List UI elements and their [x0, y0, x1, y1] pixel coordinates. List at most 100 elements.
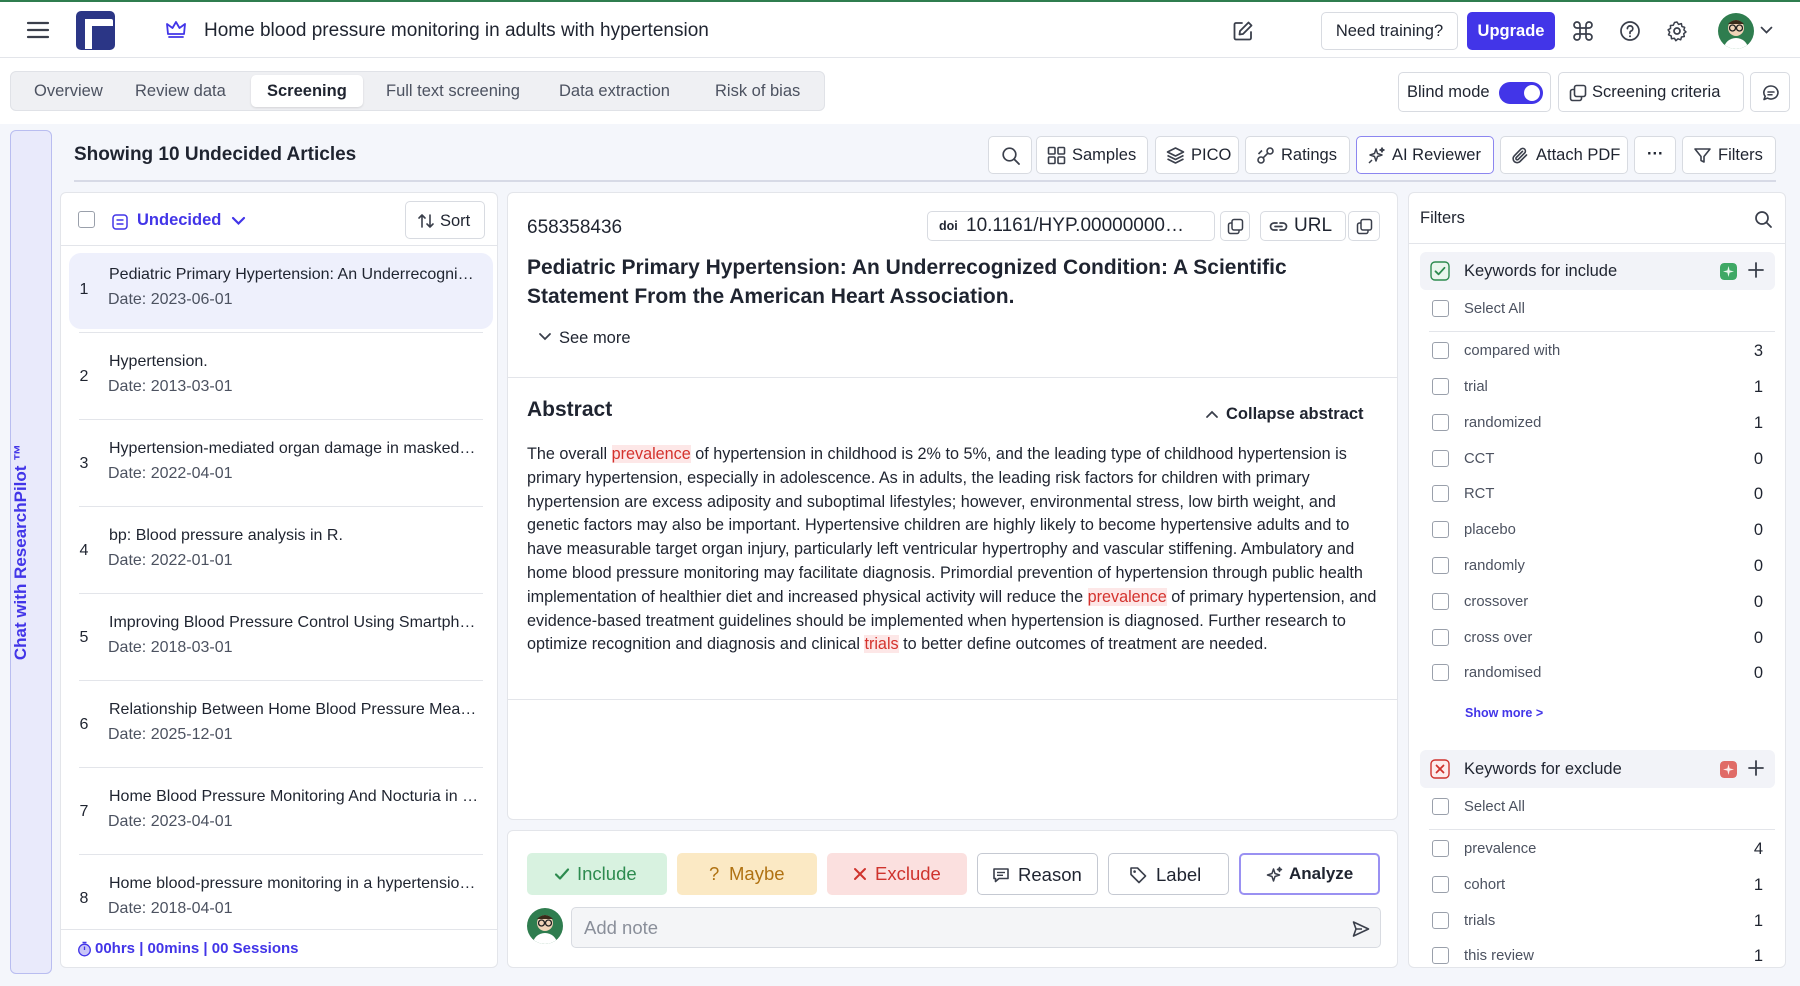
keyword-filter-item[interactable]: crossover 0 — [1420, 587, 1775, 617]
article-detail-panel: 658358436 doi 10.1161/HYP.00000000000002… — [507, 192, 1398, 820]
copy-doi-button[interactable] — [1220, 211, 1250, 241]
app-logo[interactable] — [76, 11, 115, 50]
keyword-filter-item[interactable]: trial 1 — [1420, 372, 1775, 402]
article-list-item[interactable]: 2 Hypertension. Date: 2013-03-01 — [69, 340, 493, 416]
article-date: Date: 2023-04-01 — [108, 813, 233, 830]
article-list-item[interactable]: 5 Improving Blood Pressure Control Using… — [69, 601, 493, 677]
include-button[interactable]: Include — [527, 853, 667, 895]
tab-data-extraction[interactable]: Data extraction — [543, 75, 686, 107]
user-avatar[interactable] — [1718, 13, 1754, 49]
magic-keywords-icon[interactable] — [1720, 761, 1737, 778]
keyword-checkbox[interactable] — [1432, 840, 1449, 857]
divider — [79, 419, 483, 420]
keyword-checkbox[interactable] — [1432, 947, 1449, 964]
label-button[interactable]: Label — [1108, 853, 1229, 895]
need-training-button[interactable]: Need training? — [1321, 12, 1458, 50]
tab-screening[interactable]: Screening — [251, 75, 363, 107]
select-all-articles-checkbox[interactable] — [78, 211, 95, 228]
maybe-button[interactable]: ? Maybe — [677, 853, 817, 895]
keyword-checkbox[interactable] — [1432, 378, 1449, 395]
chevron-down-icon[interactable] — [1760, 25, 1773, 35]
upgrade-button[interactable]: Upgrade — [1467, 12, 1555, 50]
select-all-checkbox[interactable] — [1432, 798, 1449, 815]
select-all-checkbox[interactable] — [1432, 300, 1449, 317]
article-list-item[interactable]: 4 bp: Blood pressure analysis in R. Date… — [69, 514, 493, 590]
tab-full-text-screening[interactable]: Full text screening — [370, 75, 536, 107]
url-link[interactable]: URL — [1260, 211, 1346, 241]
keyword-checkbox[interactable] — [1432, 593, 1449, 610]
abstract-heading: Abstract — [527, 398, 613, 421]
blind-mode-toggle[interactable] — [1499, 82, 1543, 104]
tab-overview[interactable]: Overview — [18, 75, 119, 107]
more-options-button[interactable]: ··· — [1634, 136, 1676, 174]
keywords-exclude-header[interactable]: Keywords for exclude — [1420, 750, 1775, 788]
ai-reviewer-button[interactable]: AI Reviewer — [1356, 136, 1494, 174]
keyword-filter-item[interactable]: placebo 0 — [1420, 515, 1775, 545]
samples-button[interactable]: Samples — [1036, 136, 1148, 174]
pico-button[interactable]: PICO — [1155, 136, 1239, 174]
filters-button[interactable]: Filters — [1682, 136, 1776, 174]
keyword-filter-item[interactable]: prevalence 4 — [1420, 834, 1775, 864]
keyword-filter-item[interactable]: CCT 0 — [1420, 444, 1775, 474]
exclude-button[interactable]: Exclude — [827, 853, 967, 895]
attach-pdf-button[interactable]: Attach PDF — [1500, 136, 1628, 174]
divider — [79, 332, 483, 333]
show-more-link[interactable]: Show more > — [1465, 706, 1543, 720]
keyword-checkbox[interactable] — [1432, 414, 1449, 431]
keyword-filter-item[interactable]: this review 1 — [1420, 941, 1775, 967]
divider — [1429, 829, 1775, 830]
ratings-button[interactable]: Ratings — [1245, 136, 1350, 174]
menu-icon[interactable] — [24, 18, 52, 42]
add-note-input[interactable] — [571, 907, 1381, 948]
reason-button[interactable]: Reason — [977, 853, 1098, 895]
help-icon[interactable] — [1619, 20, 1641, 42]
keyword-checkbox[interactable] — [1432, 629, 1449, 646]
keyword-select-all-exclude[interactable]: Select All — [1420, 792, 1775, 822]
keyword-checkbox[interactable] — [1432, 664, 1449, 681]
keyword-count: 0 — [1753, 664, 1763, 682]
keyword-filter-item[interactable]: randomized 1 — [1420, 408, 1775, 438]
magic-keywords-icon[interactable] — [1720, 263, 1737, 280]
keywords-include-header[interactable]: Keywords for include — [1420, 252, 1775, 290]
copy-url-button[interactable] — [1348, 211, 1380, 241]
article-list-item[interactable]: 8 Home blood-pressure monitoring in a hy… — [69, 862, 493, 938]
add-icon[interactable] — [1746, 758, 1766, 778]
comment-button[interactable] — [1750, 72, 1790, 112]
keyword-filter-item[interactable]: RCT 0 — [1420, 479, 1775, 509]
keyword-select-all-include[interactable]: Select All — [1420, 294, 1775, 324]
article-list-item[interactable]: 1 Pediatric Primary Hypertension: An Und… — [69, 253, 493, 329]
keyword-filter-item[interactable]: randomly 0 — [1420, 551, 1775, 581]
keyword-name: CCT — [1464, 451, 1495, 467]
copy-icon — [1227, 218, 1244, 235]
article-list-item[interactable]: 6 Relationship Between Home Blood Pressu… — [69, 688, 493, 764]
keyword-filter-item[interactable]: compared with 3 — [1420, 336, 1775, 366]
send-icon[interactable] — [1351, 919, 1371, 939]
keyword-checkbox[interactable] — [1432, 521, 1449, 538]
search-button[interactable] — [988, 136, 1032, 174]
tab-risk-of-bias[interactable]: Risk of bias — [699, 75, 816, 107]
divider — [61, 929, 497, 930]
sort-button[interactable]: Sort — [405, 201, 485, 239]
keyword-checkbox[interactable] — [1432, 876, 1449, 893]
article-list-item[interactable]: 7 Home Blood Pressure Monitoring And Noc… — [69, 775, 493, 851]
keyword-checkbox[interactable] — [1432, 342, 1449, 359]
keyword-checkbox[interactable] — [1432, 912, 1449, 929]
add-icon[interactable] — [1746, 260, 1766, 280]
article-list-item[interactable]: 3 Hypertension-mediated organ damage in … — [69, 427, 493, 503]
keyword-filter-item[interactable]: trials 1 — [1420, 906, 1775, 936]
settings-icon[interactable] — [1666, 20, 1688, 42]
keyword-filter-item[interactable]: randomised 0 — [1420, 658, 1775, 688]
screening-criteria-button[interactable]: Screening criteria — [1558, 72, 1744, 112]
analyze-button[interactable]: Analyze — [1239, 853, 1380, 895]
tab-review-data[interactable]: Review data — [119, 75, 242, 107]
keyword-checkbox[interactable] — [1432, 450, 1449, 467]
keyword-filter-item[interactable]: cohort 1 — [1420, 870, 1775, 900]
command-icon[interactable] — [1572, 20, 1594, 42]
keyword-checkbox[interactable] — [1432, 557, 1449, 574]
search-icon[interactable] — [1754, 210, 1773, 229]
doi-link[interactable]: doi 10.1161/HYP.0000000000000228 — [927, 211, 1215, 241]
edit-icon[interactable] — [1232, 20, 1254, 42]
keyword-filter-item[interactable]: cross over 0 — [1420, 623, 1775, 653]
abstract-text: The overall prevalence of hypertension i… — [527, 443, 1385, 657]
keyword-checkbox[interactable] — [1432, 485, 1449, 502]
